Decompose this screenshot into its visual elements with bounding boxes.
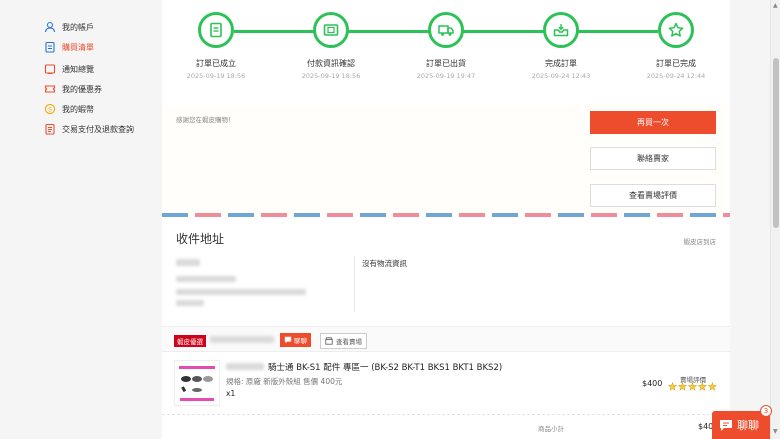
envelope-stripe-divider bbox=[162, 213, 730, 217]
contact-seller-button[interactable]: 聯絡賣家 bbox=[590, 147, 716, 170]
scroll-down-icon[interactable]: ▼ bbox=[773, 428, 778, 435]
thanks-message: 感謝您在蝦皮購物！ bbox=[176, 116, 235, 124]
address-section-title: 收件地址 bbox=[176, 232, 225, 246]
subtotal-label: 商品小計 bbox=[538, 425, 564, 433]
svg-text:S: S bbox=[48, 106, 52, 113]
coin-icon: S bbox=[44, 103, 56, 115]
recipient-address-redacted-2 bbox=[176, 300, 204, 306]
star-icon: ★ bbox=[677, 382, 687, 393]
shop-name-redacted bbox=[210, 336, 274, 343]
sidebar-item-label: 我的帳戶 bbox=[62, 22, 94, 32]
bell-icon bbox=[44, 64, 56, 74]
sidebar-item-label: 我的蝦幣 bbox=[62, 104, 94, 114]
view-shop-label: 查看賣場 bbox=[336, 338, 362, 346]
sidebar-item-notifications[interactable]: 通知總覽 bbox=[44, 63, 94, 75]
sidebar-item-coins[interactable]: S 我的蝦幣 bbox=[44, 103, 94, 115]
step-label: 付款資訊確認 bbox=[307, 59, 355, 68]
step-label: 完成訂單 bbox=[545, 59, 577, 68]
page-scrollbar[interactable]: ▲ ▼ bbox=[770, 0, 780, 439]
subtotal-value: $40 bbox=[698, 422, 714, 431]
user-icon bbox=[44, 21, 56, 33]
step-payment-confirmed: 付款資訊確認 2025-09-19 18:56 bbox=[281, 12, 381, 80]
address-divider bbox=[354, 256, 355, 312]
shop-rating-stars: ★ ★ ★ ★ ★ bbox=[668, 382, 717, 393]
product-name[interactable]: 騎士通 BK-S1 配件 專區一 (BK-S2 BK-T1 BKS1 BKT1 … bbox=[268, 361, 502, 373]
receipt-icon bbox=[210, 22, 222, 38]
sidebar: 我的帳戶 購買清單 通知總覽 我的優惠券 S 我的蝦幣 交易支付及退款查詢 bbox=[0, 0, 162, 439]
sidebar-item-purchases[interactable]: 購買清單 bbox=[44, 41, 94, 53]
payment-icon bbox=[323, 24, 339, 36]
logistics-provider: 蝦皮店到店 bbox=[683, 238, 717, 246]
sidebar-item-label: 交易支付及退款查詢 bbox=[62, 124, 134, 134]
recipient-phone-redacted bbox=[176, 276, 236, 282]
product-quantity: x1 bbox=[226, 389, 236, 398]
star-icon: ★ bbox=[687, 382, 697, 393]
sidebar-item-label: 購買清單 bbox=[62, 42, 94, 52]
subtotal-row: 商品小計 $40 bbox=[162, 414, 730, 439]
sidebar-item-label: 通知總覽 bbox=[62, 64, 94, 74]
logistics-info: 沒有物流資訊 bbox=[362, 259, 407, 268]
step-time: 2025-09-24 12:43 bbox=[531, 72, 591, 80]
floating-chat-label: 聊聊 bbox=[737, 419, 759, 432]
product-image bbox=[179, 366, 215, 401]
order-detail-panel: 訂單已成立 2025-09-19 18:56 付款資訊確認 2025-09-19… bbox=[162, 0, 730, 439]
document-icon bbox=[45, 123, 55, 135]
shop-icon bbox=[325, 337, 333, 345]
star-icon bbox=[668, 22, 684, 37]
product-prefix-redacted bbox=[226, 363, 264, 370]
sidebar-item-payments[interactable]: 交易支付及退款查詢 bbox=[44, 123, 134, 135]
ticket-icon bbox=[44, 85, 56, 93]
recipient-name-redacted bbox=[176, 259, 200, 266]
preferred-shop-badge: 蝦皮優選 bbox=[174, 335, 206, 347]
recipient-address-redacted bbox=[176, 289, 306, 295]
step-shipped: 訂單已出貨 2025-09-19 19:47 bbox=[396, 12, 496, 80]
view-shop-button[interactable]: 查看賣場 bbox=[320, 333, 367, 349]
chat-icon bbox=[720, 419, 732, 431]
step-label: 訂單已出貨 bbox=[426, 59, 466, 68]
step-time: 2025-09-19 19:47 bbox=[416, 72, 476, 80]
order-actions-area: 感謝您在蝦皮購物！ 再買一次 聯絡賣家 查看賣場評價 bbox=[162, 104, 730, 214]
step-time: 2025-09-19 18:56 bbox=[301, 72, 361, 80]
shop-chat-button[interactable]: 聊聊 bbox=[280, 333, 311, 347]
scrollbar-thumb[interactable] bbox=[773, 58, 779, 228]
shop-chat-label: 聊聊 bbox=[294, 337, 307, 345]
star-icon: ★ bbox=[707, 382, 717, 393]
step-order-completed: 完成訂單 2025-09-24 12:43 bbox=[511, 12, 611, 80]
order-progress: 訂單已成立 2025-09-19 18:56 付款資訊確認 2025-09-19… bbox=[162, 0, 730, 100]
truck-icon bbox=[438, 25, 454, 36]
star-icon: ★ bbox=[668, 382, 677, 393]
shop-header: 蝦皮優選 聊聊 查看賣場 bbox=[162, 326, 730, 352]
buy-again-button[interactable]: 再買一次 bbox=[590, 111, 716, 134]
step-time: 2025-09-19 18:56 bbox=[186, 72, 246, 80]
scroll-up-icon[interactable]: ▲ bbox=[773, 2, 778, 9]
product-price: $400 bbox=[642, 379, 663, 388]
unread-chat-count: 3 bbox=[760, 405, 772, 417]
sidebar-item-vouchers[interactable]: 我的優惠券 bbox=[44, 83, 102, 95]
order-item[interactable]: 騎士通 BK-S1 配件 專區一 (BK-S2 BK-T1 BKS1 BKT1 … bbox=[162, 352, 730, 414]
product-thumbnail[interactable] bbox=[174, 360, 220, 406]
step-label: 訂單已成立 bbox=[196, 59, 236, 68]
step-order-finished: 訂單已完成 2025-09-24 12:44 bbox=[626, 12, 726, 80]
sidebar-item-label: 我的優惠券 bbox=[62, 84, 102, 94]
sidebar-item-account[interactable]: 我的帳戶 bbox=[44, 21, 94, 33]
view-shop-rating-button[interactable]: 查看賣場評價 bbox=[590, 184, 716, 207]
step-order-placed: 訂單已成立 2025-09-19 18:56 bbox=[166, 12, 266, 80]
chat-icon bbox=[284, 336, 292, 344]
step-label: 訂單已完成 bbox=[656, 59, 696, 68]
inbox-icon bbox=[553, 24, 569, 37]
clipboard-icon bbox=[45, 41, 55, 53]
step-time: 2025-09-24 12:44 bbox=[646, 72, 706, 80]
product-variation: 規格: 原廠 新版外殼組 售價 400元 bbox=[226, 377, 343, 386]
star-icon: ★ bbox=[697, 382, 707, 393]
